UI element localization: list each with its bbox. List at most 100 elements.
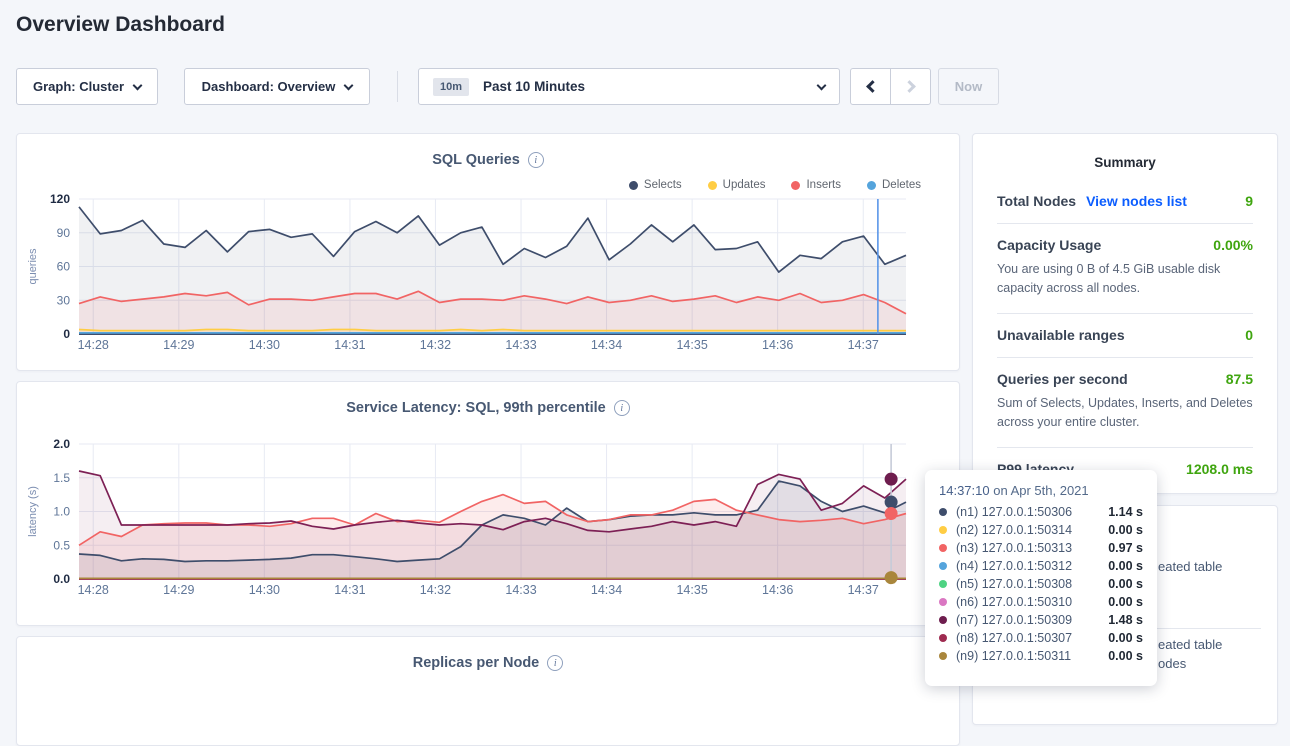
time-step-buttons [850,68,931,105]
svg-text:14:31: 14:31 [334,338,365,352]
service-latency-title: Service Latency: SQL, 99th percentile [346,400,606,416]
legend-item[interactable]: Inserts [791,179,841,191]
tooltip-node-label: (n5) 127.0.0.1:50308 [956,577,1072,591]
tooltip-node-label: (n9) 127.0.0.1:50311 [956,649,1071,663]
svg-text:1.5: 1.5 [53,471,70,485]
time-forward-button[interactable] [890,69,930,104]
service-latency-card: Service Latency: SQL, 99th percentile i … [16,381,960,626]
svg-text:14:34: 14:34 [591,338,622,352]
tooltip-row: (n5) 127.0.0.1:50308 0.00 s [939,575,1143,593]
tooltip-row: (n4) 127.0.0.1:50312 0.00 s [939,557,1143,575]
capacity-usage-desc: You are using 0 B of 4.5 GiB usable disk… [997,253,1253,299]
now-button-label: Now [955,79,982,94]
event-item-text[interactable]: eated table [1158,559,1222,574]
event-item-text[interactable]: eated table [1158,637,1222,652]
tooltip-node-label: (n1) 127.0.0.1:50306 [956,505,1072,519]
svg-text:0.5: 0.5 [53,538,70,552]
legend-item[interactable]: Updates [708,179,766,191]
legend-label: Inserts [806,179,841,191]
legend-label: Updates [723,179,766,191]
info-icon[interactable]: i [547,655,563,671]
legend-item[interactable]: Selects [629,179,682,191]
tooltip-node-label: (n6) 127.0.0.1:50310 [956,595,1072,609]
tooltip-node-value: 1.14 s [1108,505,1143,519]
qps-value: 87.5 [1226,371,1253,387]
replicas-per-node-title: Replicas per Node [413,655,540,671]
tooltip-row: (n6) 127.0.0.1:50310 0.00 s [939,593,1143,611]
svg-text:14:35: 14:35 [676,338,707,352]
node-color-dot-icon [939,562,947,570]
info-icon[interactable]: i [614,400,630,416]
tooltip-node-value: 0.00 s [1108,631,1143,645]
legend-label: Deletes [882,179,921,191]
chevron-left-icon [866,80,879,93]
legend-label: Selects [644,179,682,191]
svg-text:queries: queries [27,248,39,285]
chart-hover-tooltip: 14:37:10 on Apr 5th, 2021 (n1) 127.0.0.1… [925,470,1157,686]
time-back-button[interactable] [851,69,890,104]
summary-panel: Summary Total Nodes View nodes list 9 Ca… [972,133,1278,494]
toolbar-divider [397,71,398,102]
legend-dot-icon [867,181,876,190]
view-nodes-list-link[interactable]: View nodes list [1086,193,1187,209]
legend-dot-icon [629,181,638,190]
service-latency-chart[interactable]: 14:2814:2914:3014:3114:3214:3314:3414:35… [17,436,961,606]
event-item-text[interactable]: odes [1158,656,1186,671]
node-color-dot-icon [939,580,947,588]
svg-text:14:36: 14:36 [762,338,793,352]
tooltip-node-value: 0.00 s [1108,523,1143,537]
sql-queries-chart[interactable]: 14:2814:2914:3014:3114:3214:3314:3414:35… [17,191,961,361]
tooltip-timestamp: 14:37:10 on Apr 5th, 2021 [939,483,1143,503]
summary-title: Summary [997,134,1253,180]
svg-text:14:32: 14:32 [420,583,451,597]
svg-text:30: 30 [57,293,71,307]
svg-text:14:34: 14:34 [591,583,622,597]
tooltip-node-value: 0.00 s [1108,649,1143,663]
tooltip-node-value: 0.00 s [1108,577,1143,591]
svg-text:14:28: 14:28 [78,583,109,597]
p99-latency-value: 1208.0 ms [1186,461,1253,477]
node-color-dot-icon [939,616,947,624]
svg-text:0: 0 [63,327,70,341]
chevron-down-icon [133,80,143,90]
graph-dropdown-label: Graph: Cluster [33,79,124,94]
dashboard-dropdown-label: Dashboard: Overview [202,79,336,94]
unavailable-ranges-label: Unavailable ranges [997,327,1125,343]
tooltip-row: (n8) 127.0.0.1:503070.00 s [939,629,1143,647]
info-icon[interactable]: i [528,152,544,168]
node-color-dot-icon [939,634,947,642]
tooltip-node-label: (n2) 127.0.0.1:50314 [956,523,1072,537]
capacity-usage-label: Capacity Usage [997,237,1101,253]
svg-text:14:31: 14:31 [334,583,365,597]
tooltip-node-value: 1.48 s [1108,613,1143,627]
dashboard-dropdown[interactable]: Dashboard: Overview [184,68,370,105]
capacity-usage-value: 0.00% [1213,237,1253,253]
chevron-right-icon [903,80,916,93]
qps-label: Queries per second [997,371,1128,387]
svg-text:2.0: 2.0 [53,437,70,451]
svg-text:14:33: 14:33 [505,583,536,597]
time-range-badge: 10m [433,78,469,96]
svg-text:60: 60 [57,260,71,274]
tooltip-row: (n3) 127.0.0.1:503130.97 s [939,539,1143,557]
tooltip-node-label: (n7) 127.0.0.1:50309 [956,613,1072,627]
hover-point-dot [885,507,898,520]
page-title: Overview Dashboard [16,13,225,37]
legend-item[interactable]: Deletes [867,179,921,191]
svg-text:0.0: 0.0 [53,572,70,586]
tooltip-node-value: 0.00 s [1108,559,1143,573]
svg-text:14:37: 14:37 [848,338,879,352]
time-range-dropdown[interactable]: 10m Past 10 Minutes [418,68,840,105]
sql-queries-title: SQL Queries [432,152,520,168]
tooltip-row: (n7) 127.0.0.1:50309 1.48 s [939,611,1143,629]
now-button[interactable]: Now [938,68,999,105]
tooltip-date: on Apr 5th, 2021 [990,483,1089,498]
tooltip-node-label: (n4) 127.0.0.1:50312 [956,559,1072,573]
unavailable-ranges-value: 0 [1245,327,1253,343]
svg-text:14:37: 14:37 [848,583,879,597]
tooltip-node-value: 0.97 s [1108,541,1143,555]
tooltip-row: (n9) 127.0.0.1:50311 0.00 s [939,647,1143,665]
graph-dropdown[interactable]: Graph: Cluster [16,68,158,105]
tooltip-row: (n1) 127.0.0.1:50306 1.14 s [939,503,1143,521]
tooltip-node-value: 0.00 s [1108,595,1143,609]
